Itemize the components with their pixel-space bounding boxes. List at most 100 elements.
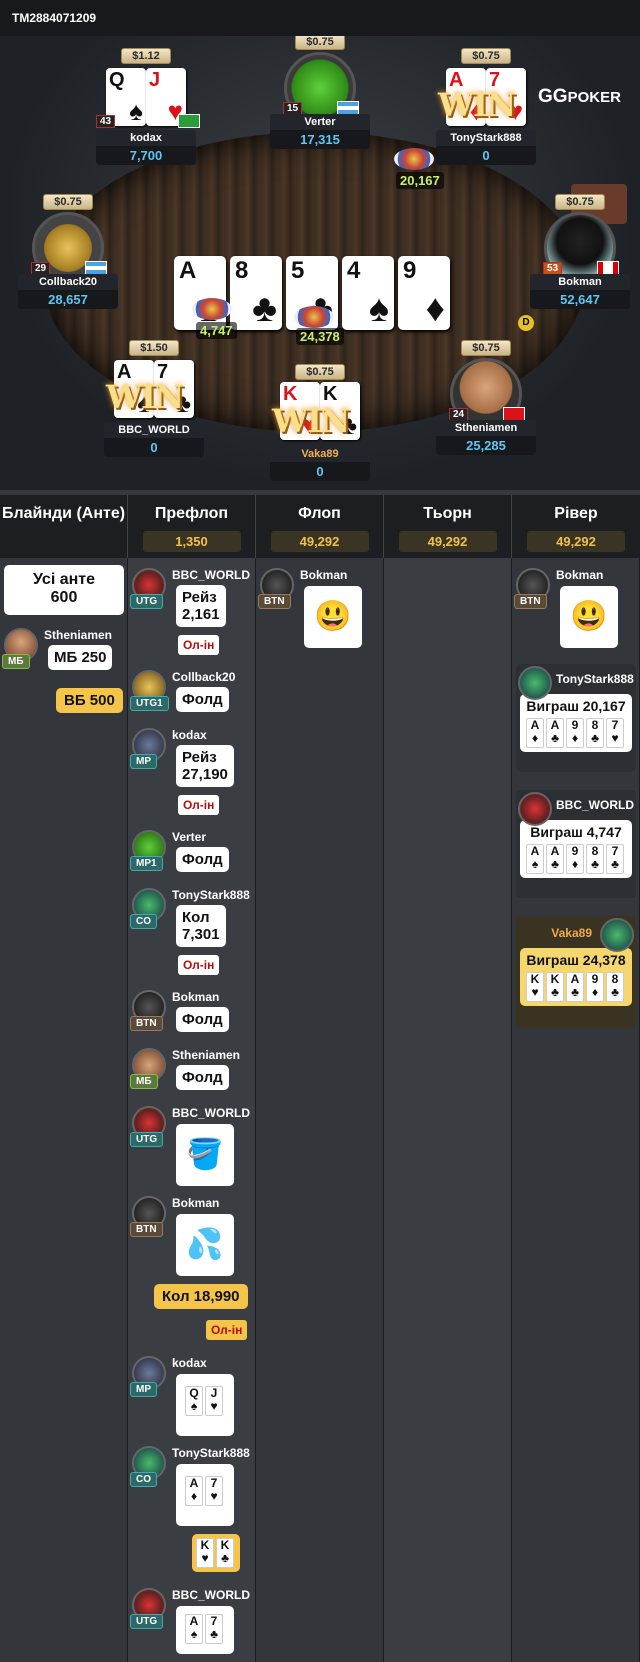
player-stack: 0 (104, 438, 204, 457)
text-label: 27,190 (182, 766, 228, 783)
action-bubble: Рейз 2,161 (176, 585, 226, 627)
seat-collback20[interactable]: $0.75 29 Collback20 28,657 (8, 192, 128, 309)
player-stack: 17,315 (270, 130, 370, 149)
text-label: UTG (130, 594, 164, 609)
player-stack: 0 (436, 146, 536, 165)
text-label: kodax (172, 728, 207, 742)
board-card: 4 ♠ (342, 256, 394, 330)
action-entry: BTN Bokman 💦 (130, 1196, 252, 1276)
text-label: BTN (258, 594, 291, 609)
seat-bokman[interactable]: $0.75 53 Bokman 52,647 (520, 192, 640, 309)
action-bubble: Фолд (176, 1065, 229, 1090)
seat-tonystark888[interactable]: $0.75 A ♦ 7 ♥ WIN TonyStark888 0 (426, 46, 546, 165)
big-blind-bubble: ВБ 500 (56, 688, 123, 713)
flag-icon-argentina (337, 101, 359, 115)
hero-cards: K ♥K ♣ (192, 1534, 240, 1572)
win-badge: WIN (106, 378, 184, 416)
seat-vaka89[interactable]: $0.75 K ♥ K ♣ WIN Vaka89 0 (260, 362, 380, 481)
player-name: Stheniamen (436, 420, 536, 436)
text-label: 5 (291, 257, 305, 284)
flag-icon-china (503, 407, 525, 421)
winner-box-tonystark888: TonyStark888 Виграш 20,167 A ♦A ♣9 ♦8 ♣7 ♥ (516, 664, 636, 772)
bet-chip: $0.75 (461, 340, 511, 356)
player-name: TonyStark888 (436, 130, 536, 146)
action-entry: CO TonyStark888 Кол 7,301 (130, 888, 252, 947)
position-badge: МБ (2, 654, 30, 669)
action-entry: BTN Bokman Фолд (130, 990, 252, 1040)
text-label: ♠ (368, 288, 389, 330)
col-preflop: UTG BBC_WORLD Рейз 2,161 Ол-ін UTG1 Collbac… (128, 558, 256, 1662)
splash-emote-icon: 💦 (176, 1214, 234, 1276)
chip-stack-icon (294, 306, 334, 328)
win-amount: Виграш 4,747 (530, 824, 622, 840)
text-label: Усі анте (32, 571, 96, 588)
text-label: MP1 (130, 856, 163, 871)
header-preflop[interactable]: Префлоп 1,350 (128, 495, 256, 558)
ggpoker-logo: GGPOKER (538, 86, 621, 108)
allin-badge: Ол-ін (178, 795, 220, 815)
text-label: BBC_WORLD (172, 1588, 250, 1602)
text-label: kodax (172, 1356, 207, 1370)
text-label: BTN (130, 1222, 163, 1237)
player-stack: 7,700 (96, 146, 196, 165)
winner-box-bbc-world: BBC_WORLD Виграш 4,747 A ♠A ♣9 ♦8 ♣7 ♣ (516, 790, 636, 898)
action-entry: MP kodax Рейз 27,190 (130, 728, 252, 787)
text-label: ♦ (425, 288, 445, 330)
col-flop: BTN Bokman 😃 (256, 558, 384, 1662)
seat-kodax[interactable]: $1.12 Q ♠ J ♥ 43 kodax 7,700 (86, 46, 206, 165)
action-entry: BTN Bokman 😃 (258, 568, 380, 648)
board-card: 9 ♦ (398, 256, 450, 330)
text-label: TonyStark888 (172, 1446, 250, 1460)
win-badge: WIN (438, 86, 516, 124)
pot-vaka89: 24,378 (296, 328, 344, 345)
text-label: Флоп (298, 505, 341, 522)
action-entry: МБ Stheniamen Фолд (130, 1048, 252, 1098)
player-stack: 28,657 (18, 290, 118, 309)
player-stack: 52,647 (530, 290, 630, 309)
seat-verter[interactable]: $0.75 15 Verter 17,315 (260, 36, 380, 149)
action-bubble: Рейз 27,190 (176, 745, 234, 787)
action-entry: UTG1 Collback20 Фолд (130, 670, 252, 720)
level-badge: 43 (96, 115, 116, 128)
col-river: BTN Bokman 😃 TonyStark888 Виграш 20,167 A ♦… (512, 558, 640, 1662)
poker-table-view: GGPOKER $1.12 Q ♠ J ♥ 43 kodax 7,700 $0.75 … (0, 36, 640, 490)
text-label: UTG (130, 1132, 164, 1147)
text-label: UTG (130, 1614, 164, 1629)
shown-cards: Q ♠J ♥ (176, 1374, 234, 1436)
header-turn[interactable]: Тьорн 49,292 (384, 495, 512, 558)
hand-id-bar: TM2884071209 (0, 0, 640, 36)
header-flop[interactable]: Флоп 49,292 (256, 495, 384, 558)
chip-stack-icon (394, 148, 434, 170)
allin-badge: Ол-ін (178, 955, 220, 975)
text-label: UTG1 (130, 696, 169, 711)
action-entry: МБ Stheniamen МБ 250 (2, 628, 124, 678)
text-label: Verter (172, 830, 207, 844)
win-amount: Виграш 24,378 (526, 952, 626, 968)
col-turn (384, 558, 512, 1662)
bet-chip: $0.75 (295, 36, 345, 50)
bet-chip: $0.75 (461, 48, 511, 64)
col-blinds: Усі анте 600 МБ Stheniamen МБ 250 ВБ 500 (0, 558, 128, 1662)
player-stack: 0 (270, 462, 370, 481)
pot-value: 49,292 (398, 531, 497, 552)
face-emote-icon: 😃 (304, 586, 362, 648)
text-label: BTN (514, 594, 547, 609)
seat-bbc-world[interactable]: $1.50 A ♠ 7 ♣ WIN BBC_WORLD 0 (94, 338, 214, 457)
header-blinds[interactable]: Блайнди (Анте) (0, 495, 128, 558)
player-name: Collback20 (18, 274, 118, 290)
text-label: Stheniamen (172, 1048, 241, 1062)
text-label: Bokman (556, 568, 604, 582)
call-bubble: Кол 18,990 (154, 1284, 248, 1309)
text-label: 7,301 (182, 926, 220, 943)
text-label: Блайнди (Анте) (1, 505, 126, 522)
seat-stheniamen[interactable]: $0.75 24 Stheniamen 25,285 (426, 338, 546, 455)
pot-bbc-world: 4,747 (196, 322, 237, 339)
showdown-entry: UTG BBC_WORLD A ♠7 ♣ (130, 1588, 252, 1658)
text-label: Bokman (172, 1196, 220, 1210)
text-label: 9 (403, 257, 417, 284)
dealer-button: D (518, 315, 534, 331)
shown-cards: A ♠7 ♣ (176, 1606, 234, 1654)
header-river[interactable]: Рівер 49,292 (512, 495, 640, 558)
action-bubble: Кол 7,301 (176, 905, 226, 947)
win-badge: WIN (272, 402, 350, 440)
